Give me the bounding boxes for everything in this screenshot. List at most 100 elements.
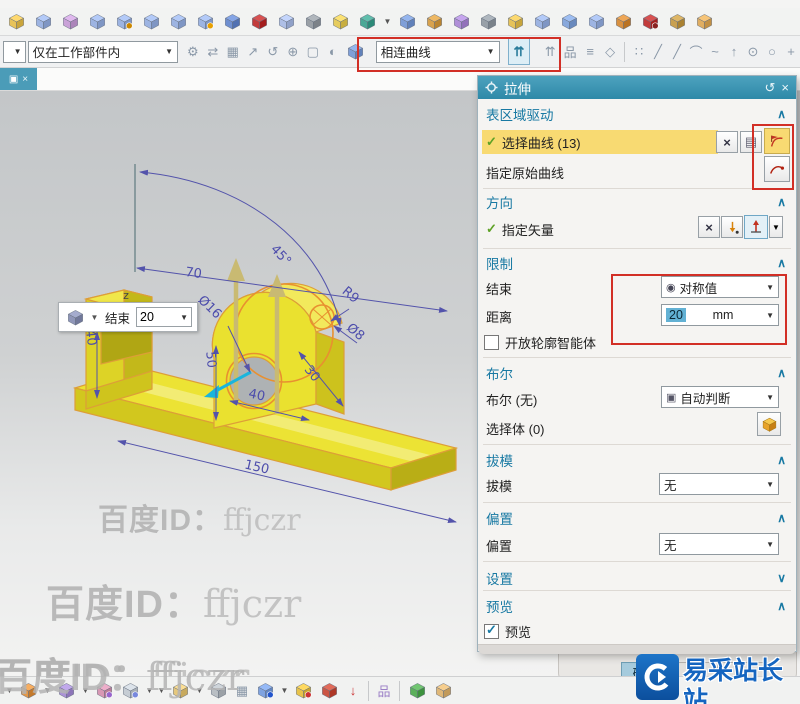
mirror-icon[interactable]: [318, 679, 341, 702]
select-body-button[interactable]: [757, 412, 781, 436]
vector-options-dropdown[interactable]: ▼: [769, 216, 783, 238]
vector-deselect-button[interactable]: ×: [698, 216, 720, 238]
feature-icon[interactable]: [585, 10, 608, 33]
section-limits[interactable]: 限制 ∧: [486, 253, 786, 273]
chevron-down-icon[interactable]: ∨: [777, 571, 786, 585]
snap-vertical-icon[interactable]: ↑: [725, 41, 743, 63]
section-direction[interactable]: 方向 ∧: [486, 192, 786, 212]
feature-icon[interactable]: [140, 10, 163, 33]
snap-circle-icon[interactable]: ○: [763, 41, 781, 63]
feature-icon[interactable]: [86, 10, 109, 33]
preview-row[interactable]: 预览: [484, 622, 531, 640]
value-mode-icon[interactable]: [64, 306, 87, 329]
distance-input[interactable]: 20 mm ▼: [661, 304, 779, 326]
feature-icon[interactable]: [32, 10, 55, 33]
select-curve-row[interactable]: ✓ 选择曲线 (13): [482, 130, 718, 154]
feature-icon[interactable]: [558, 10, 581, 33]
deselect-button[interactable]: ×: [716, 131, 738, 153]
snap-line2-icon[interactable]: ╱: [668, 41, 686, 63]
feature-icon[interactable]: [248, 10, 271, 33]
move-icon[interactable]: ↗: [244, 41, 262, 63]
add-icon[interactable]: ⊕: [284, 41, 302, 63]
feature-icon[interactable]: [639, 10, 662, 33]
feature-icon[interactable]: [477, 10, 500, 33]
select-body-row[interactable]: 选择体 (0): [486, 416, 545, 440]
list-icon[interactable]: ≡: [581, 41, 599, 63]
onscreen-input-bar[interactable]: ▼ 结束 20 ▼: [58, 302, 199, 332]
brush-icon[interactable]: [432, 679, 455, 702]
draft-combo[interactable]: 无 ▼: [659, 473, 779, 495]
feature-icon[interactable]: [194, 10, 217, 33]
chevron-up-icon[interactable]: ∧: [777, 366, 786, 380]
star-cube-icon[interactable]: [292, 679, 315, 702]
stop-short-icon[interactable]: ⇈: [541, 41, 559, 63]
feature-icon[interactable]: [113, 10, 136, 33]
section-preview[interactable]: 预览 ∧: [486, 596, 786, 616]
chevron-up-icon[interactable]: ∧: [777, 511, 786, 525]
snap-spline-icon[interactable]: ~: [706, 41, 724, 63]
chevron-up-icon[interactable]: ∧: [777, 256, 786, 270]
chevron-up-icon[interactable]: ∧: [777, 107, 786, 121]
open-profile-checkbox[interactable]: [484, 334, 499, 350]
palette-icon[interactable]: [406, 679, 429, 702]
specify-vector-row[interactable]: ✓ 指定矢量: [486, 218, 554, 240]
reset-icon[interactable]: ↺: [765, 80, 776, 96]
dialog-titlebar[interactable]: 拉伸 ↺ ×: [478, 76, 796, 99]
section-draft[interactable]: 拔模 ∧: [486, 450, 786, 470]
preview-checkbox[interactable]: [484, 622, 499, 639]
diamond-icon[interactable]: ◇: [601, 41, 619, 63]
feature-icon[interactable]: [275, 10, 298, 33]
feature-icon[interactable]: [5, 10, 28, 33]
open-profile-row[interactable]: 开放轮廓智能体: [484, 333, 596, 351]
feature-icon[interactable]: [504, 10, 527, 33]
snap-intersection-icon[interactable]: +: [782, 41, 800, 63]
feature-icon[interactable]: [356, 10, 379, 33]
shade-icon[interactable]: ◐: [324, 41, 342, 63]
feature-icon[interactable]: [329, 10, 352, 33]
more-features-icon[interactable]: ▼: [383, 11, 392, 33]
snap-arc-icon[interactable]: ⌒: [687, 41, 705, 63]
offset-combo[interactable]: 无 ▼: [659, 533, 779, 555]
boolean-combo[interactable]: ▣ 自动判断 ▼: [661, 386, 779, 408]
feature-icon[interactable]: [450, 10, 473, 33]
section-boolean[interactable]: 布尔 ∧: [486, 363, 786, 383]
feature-icon[interactable]: [396, 10, 419, 33]
grid-icon[interactable]: ▦: [224, 41, 242, 63]
section-table-region[interactable]: 表区域驱动 ∧: [486, 104, 786, 124]
curve-rule-combo[interactable]: 相连曲线 ▼: [375, 40, 500, 63]
feature-icon[interactable]: [693, 10, 716, 33]
vector-point-button[interactable]: [721, 216, 743, 238]
feature-icon[interactable]: [531, 10, 554, 33]
region-icon[interactable]: ▢: [304, 41, 322, 63]
chevron-up-icon[interactable]: ∧: [777, 599, 786, 613]
distance-onscreen-input[interactable]: 20 ▼: [136, 307, 193, 327]
chevron-up-icon[interactable]: ∧: [777, 453, 786, 467]
dd7-icon[interactable]: ▼: [280, 680, 289, 702]
feature-icon[interactable]: [612, 10, 635, 33]
stop-at-intersection-button[interactable]: ⇈: [507, 38, 531, 65]
swap-icon[interactable]: ⇄: [204, 41, 222, 63]
snap-point-icon[interactable]: ∷: [630, 41, 648, 63]
people-icon[interactable]: [254, 679, 277, 702]
end-combo[interactable]: ◉ 对称值 ▼: [661, 276, 779, 298]
scope-combo[interactable]: 仅在工作部件内 ▼: [27, 40, 179, 63]
section-settings[interactable]: 设置 ∨: [486, 568, 786, 588]
feature-icon[interactable]: [302, 10, 325, 33]
curve-list-button[interactable]: ▤: [740, 131, 762, 153]
vector-dialog-button[interactable]: [744, 215, 768, 239]
panel-tab[interactable]: ▣ ×: [0, 68, 37, 90]
group-icon[interactable]: 品: [561, 41, 579, 63]
curve-rule-button[interactable]: [764, 128, 790, 154]
orig-curve-button[interactable]: [764, 156, 790, 182]
orig-curve-row[interactable]: 指定原始曲线: [486, 160, 564, 184]
rotate-icon[interactable]: ↺: [264, 41, 282, 63]
nodes-icon[interactable]: 品: [375, 680, 393, 702]
close-icon[interactable]: ×: [781, 80, 789, 95]
work-cube-icon[interactable]: [344, 40, 367, 63]
close-icon[interactable]: ×: [22, 74, 28, 85]
type-filter-combo[interactable]: ▼: [3, 40, 26, 63]
feature-icon[interactable]: [666, 10, 689, 33]
chevron-down-icon[interactable]: ▼: [90, 306, 99, 328]
feature-icon[interactable]: [167, 10, 190, 33]
feature-icon[interactable]: [221, 10, 244, 33]
